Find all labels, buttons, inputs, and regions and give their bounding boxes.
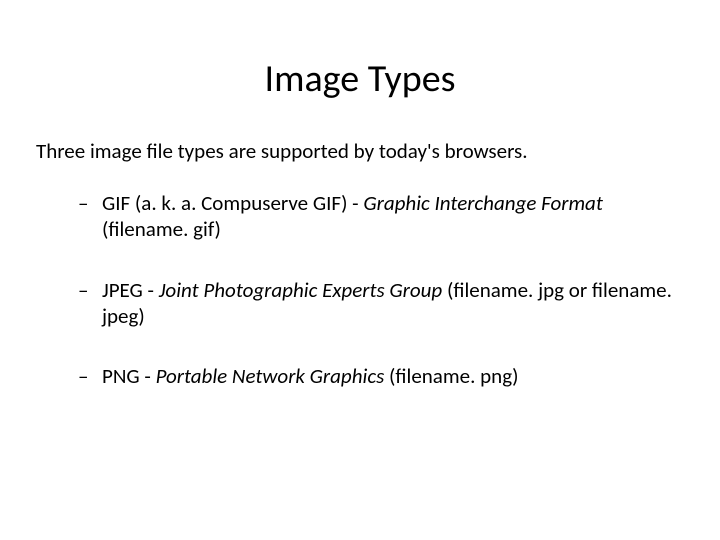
intro-text: Three image file types are supported by … <box>36 138 684 164</box>
item-italic: Portable Network Graphics <box>156 363 385 389</box>
item-prefix: PNG - <box>102 363 156 389</box>
item-prefix: GIF (a. k. a. Compuserve GIF) - <box>102 190 363 216</box>
list-item: – JPEG - Joint Photographic Experts Grou… <box>78 277 684 330</box>
slide-title: Image Types <box>0 56 720 102</box>
item-italic: Joint Photographic Experts Group <box>159 277 442 303</box>
item-prefix: JPEG - <box>102 277 159 303</box>
bullet-dash: – <box>78 277 88 303</box>
bullet-list: – GIF (a. k. a. Compuserve GIF) - Graphi… <box>78 190 684 389</box>
list-item: – GIF (a. k. a. Compuserve GIF) - Graphi… <box>78 190 684 243</box>
bullet-dash: – <box>78 190 88 216</box>
list-item: – PNG - Portable Network Graphics (filen… <box>78 363 684 389</box>
slide: Image Types Three image file types are s… <box>0 56 720 540</box>
bullet-dash: – <box>78 363 88 389</box>
item-suffix: (filename. png) <box>384 363 518 389</box>
item-suffix: (filename. gif) <box>102 216 221 242</box>
item-italic: Graphic Interchange Format <box>363 190 603 216</box>
